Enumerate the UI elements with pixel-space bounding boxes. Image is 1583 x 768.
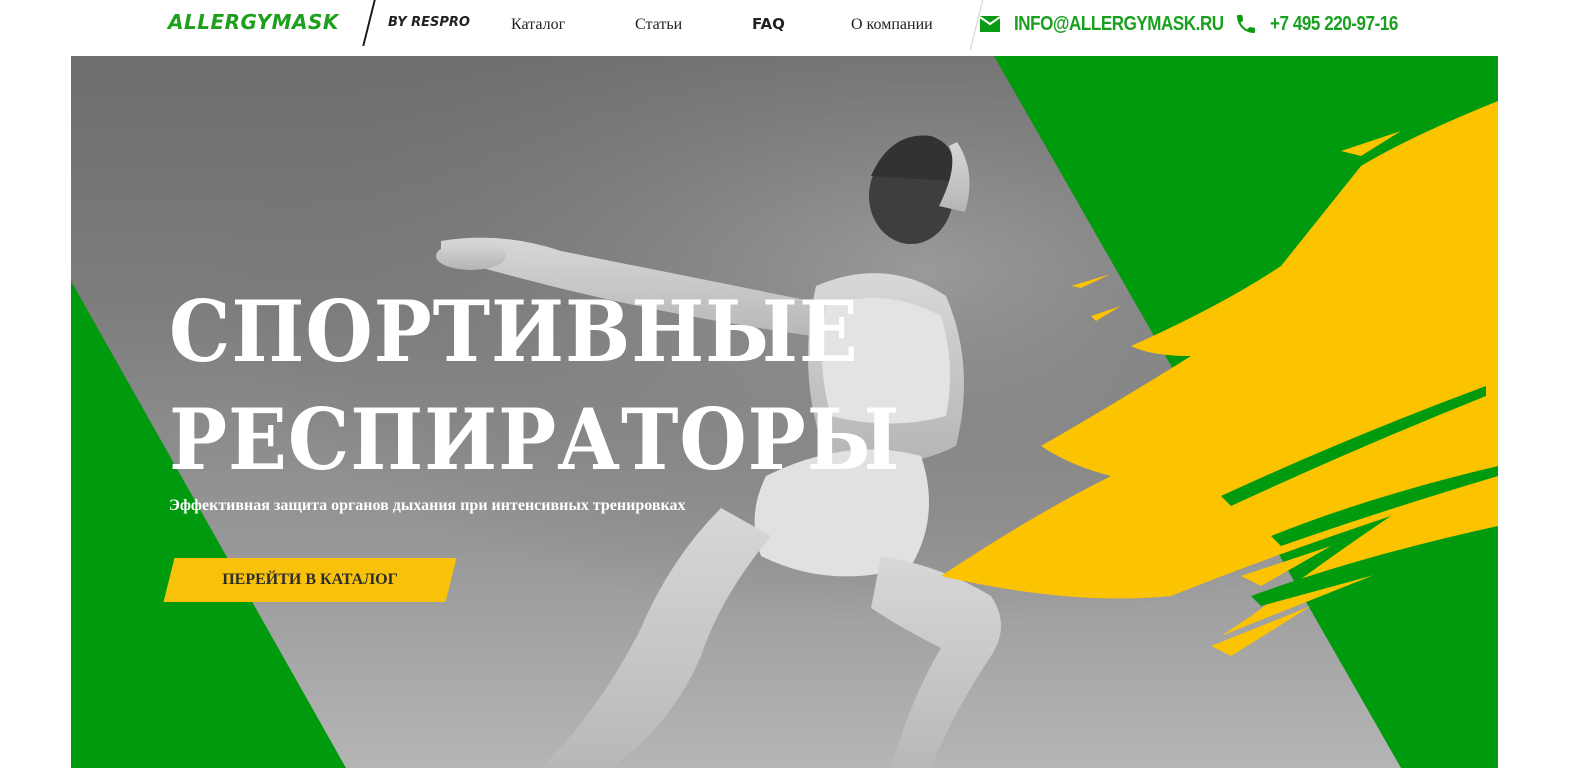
hero-banner: СПОРТИВНЫЕ РЕСПИРАТОРЫ Эффективная защит… <box>71 56 1498 768</box>
go-to-catalog-button[interactable]: ПЕРЕЙТИ В КАТАЛОГ <box>163 558 457 602</box>
envelope-icon <box>978 12 1002 36</box>
phone-link[interactable]: +7 495 220-97-16 <box>1234 12 1420 36</box>
hero-title-line-1: СПОРТИВНЫЕ <box>169 282 859 381</box>
site-header: ALLERGYMASK BY RESPRO Каталог Статьи FAQ… <box>0 0 1583 56</box>
nav-articles[interactable]: Статьи <box>635 16 682 34</box>
nav-catalog[interactable]: Каталог <box>511 16 565 34</box>
hero-title: СПОРТИВНЫЕ РЕСПИРАТОРЫ <box>169 278 901 494</box>
cta-label: ПЕРЕЙТИ В КАТАЛОГ <box>222 571 398 588</box>
email-link[interactable]: INFO@ALLERGYMASK.RU <box>978 12 1261 36</box>
phone-number: +7 495 220-97-16 <box>1270 12 1398 35</box>
nav-faq[interactable]: FAQ <box>752 15 785 33</box>
hero-title-line-2: РЕСПИРАТОРЫ <box>169 390 901 489</box>
brand-logo[interactable]: ALLERGYMASK <box>168 10 339 34</box>
logo-divider <box>362 0 376 46</box>
nav-about[interactable]: О компании <box>851 16 933 34</box>
phone-icon <box>1234 12 1258 36</box>
hero-subtitle: Эффективная защита органов дыхания при и… <box>169 497 686 514</box>
email-address: INFO@ALLERGYMASK.RU <box>1014 12 1224 35</box>
brand-by-respro: BY RESPRO <box>388 15 470 30</box>
